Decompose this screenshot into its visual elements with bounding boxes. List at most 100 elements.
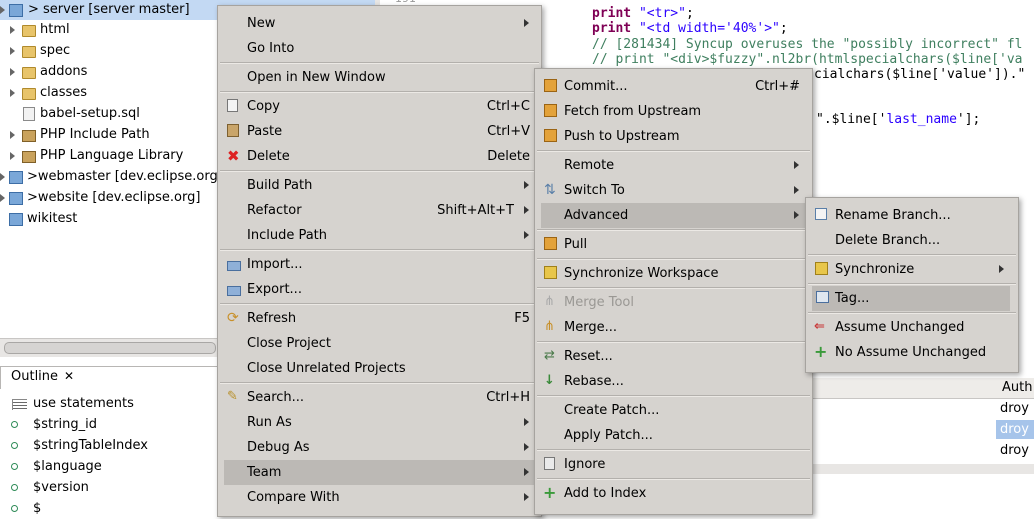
menu-item-close-unrelated[interactable]: Close Unrelated Projects	[218, 356, 541, 381]
column-header-author[interactable]: Auth	[1002, 380, 1032, 395]
library-icon	[22, 130, 36, 142]
menu-separator	[220, 249, 539, 251]
fetch-icon	[544, 104, 557, 117]
menu-item-merge[interactable]: ⋔ Merge...	[535, 315, 812, 340]
menu-item-rename-branch[interactable]: Rename Branch...	[806, 203, 1018, 228]
menu-item-remote[interactable]: Remote	[535, 153, 812, 178]
menu-item-tag[interactable]: Tag...	[812, 286, 1010, 311]
menu-item-search[interactable]: ✎ Search... Ctrl+H	[218, 385, 541, 410]
add-icon: +	[543, 483, 557, 502]
folder-icon	[22, 46, 36, 58]
code-line: print "<td width='40%'>";	[592, 21, 788, 36]
menu-item-switch-to[interactable]: ⇅ Switch To	[535, 178, 812, 203]
submenu-arrow-icon	[524, 206, 529, 214]
menu-item-run-as[interactable]: Run As	[218, 410, 541, 435]
code-comment: // [281434] Syncup overuses the "possibl…	[592, 37, 1023, 52]
menu-item-assume-unchanged[interactable]: ⇐ Assume Unchanged	[806, 315, 1018, 340]
menu-item-paste[interactable]: Paste Ctrl+V	[218, 119, 541, 144]
menu-item-add-to-index[interactable]: + Add to Index	[535, 481, 812, 506]
folder-icon	[22, 25, 36, 37]
menu-item-no-assume-unchanged[interactable]: + No Assume Unchanged	[806, 340, 1018, 365]
export-icon	[227, 286, 241, 296]
scrollbar-thumb[interactable]	[4, 342, 216, 354]
menu-item-delete-branch[interactable]: Delete Branch...	[806, 228, 1018, 253]
expand-arrow-icon[interactable]	[0, 6, 5, 14]
no-assume-unchanged-icon: +	[814, 342, 828, 361]
expand-arrow-icon[interactable]	[10, 131, 15, 139]
commit-icon	[544, 79, 557, 92]
expand-arrow-icon[interactable]	[10, 68, 15, 76]
rebase-icon: ↓	[544, 373, 555, 388]
menu-item-close-project[interactable]: Close Project	[218, 331, 541, 356]
menu-item-export[interactable]: Export...	[218, 277, 541, 302]
menu-item-advanced[interactable]: Advanced	[541, 203, 806, 228]
menu-item-copy[interactable]: Copy Ctrl+C	[218, 94, 541, 119]
table-cell[interactable]: droy	[1000, 422, 1029, 437]
project-icon	[9, 192, 23, 205]
folder-icon	[22, 88, 36, 100]
project-icon	[9, 171, 23, 184]
submenu-arrow-icon	[999, 265, 1004, 273]
menu-item-compare-with[interactable]: Compare With	[218, 485, 541, 510]
menu-item-synchronize[interactable]: Synchronize	[806, 257, 1018, 282]
delete-icon: ✖	[227, 147, 240, 165]
menu-item-rebase[interactable]: ↓ Rebase...	[535, 369, 812, 394]
code-line: cialchars($line['value'])."	[814, 67, 1026, 82]
menu-item-pull[interactable]: Pull	[535, 232, 812, 257]
expand-arrow-icon[interactable]	[10, 89, 15, 97]
menu-item-build-path[interactable]: Build Path	[218, 173, 541, 198]
table-scrollbar[interactable]	[810, 464, 1034, 474]
menu-item-team[interactable]: Team	[224, 460, 535, 485]
menu-item-open-new-window[interactable]: Open in New Window	[218, 65, 541, 90]
close-icon[interactable]: ✕	[64, 369, 74, 383]
submenu-arrow-icon	[794, 211, 799, 219]
push-icon	[544, 129, 557, 142]
submenu-arrow-icon	[524, 19, 529, 27]
submenu-arrow-icon	[524, 443, 529, 451]
menu-item-delete[interactable]: ✖ Delete Delete	[218, 144, 541, 169]
menu-item-import[interactable]: Import...	[218, 252, 541, 277]
menu-item-apply-patch[interactable]: Apply Patch...	[535, 423, 812, 448]
menu-item-refactor[interactable]: Refactor Shift+Alt+T	[218, 198, 541, 223]
team-submenu: Commit... Ctrl+# Fetch from Upstream Pus…	[534, 68, 813, 515]
menu-item-go-into[interactable]: Go Into	[218, 36, 541, 61]
file-icon	[23, 107, 35, 121]
submenu-arrow-icon	[524, 231, 529, 239]
menu-item-reset[interactable]: ⇄ Reset...	[535, 344, 812, 369]
menu-separator	[537, 395, 810, 397]
submenu-arrow-icon	[794, 161, 799, 169]
expand-arrow-icon[interactable]	[0, 173, 5, 181]
menu-item-create-patch[interactable]: Create Patch...	[535, 398, 812, 423]
expand-arrow-icon[interactable]	[10, 47, 15, 55]
menu-separator	[220, 170, 539, 172]
outline-tab-label: Outline	[11, 369, 59, 384]
expand-arrow-icon[interactable]	[0, 194, 5, 202]
synchronize-icon	[815, 262, 828, 275]
history-table: Auth droy droy droy	[810, 372, 1034, 507]
menu-separator	[808, 254, 1016, 256]
project-icon	[9, 213, 23, 226]
menu-item-refresh[interactable]: ⟳ Refresh F5	[218, 306, 541, 331]
table-cell[interactable]: droy	[1000, 443, 1029, 458]
variable-icon	[11, 442, 18, 449]
tab-outline[interactable]: Outline ✕	[0, 366, 227, 389]
assume-unchanged-icon: ⇐	[814, 319, 825, 334]
menu-item-debug-as[interactable]: Debug As	[218, 435, 541, 460]
menu-item-ignore[interactable]: Ignore	[535, 452, 812, 477]
menu-separator	[537, 449, 810, 451]
menu-item-new[interactable]: New	[218, 11, 541, 36]
menu-item-merge-tool[interactable]: ⋔ Merge Tool	[535, 290, 812, 315]
submenu-arrow-icon	[794, 186, 799, 194]
menu-item-commit[interactable]: Commit... Ctrl+#	[535, 74, 812, 99]
submenu-arrow-icon	[524, 418, 529, 426]
menu-separator	[537, 258, 810, 260]
menu-item-push-upstream[interactable]: Push to Upstream	[535, 124, 812, 149]
variable-icon	[11, 484, 18, 491]
menu-item-include-path[interactable]: Include Path	[218, 223, 541, 248]
menu-item-fetch-upstream[interactable]: Fetch from Upstream	[535, 99, 812, 124]
code-line: print "<tr>";	[592, 6, 694, 21]
table-cell[interactable]: droy	[1000, 401, 1029, 416]
expand-arrow-icon[interactable]	[10, 152, 15, 160]
expand-arrow-icon[interactable]	[10, 26, 15, 34]
menu-item-synchronize-workspace[interactable]: Synchronize Workspace	[535, 261, 812, 286]
